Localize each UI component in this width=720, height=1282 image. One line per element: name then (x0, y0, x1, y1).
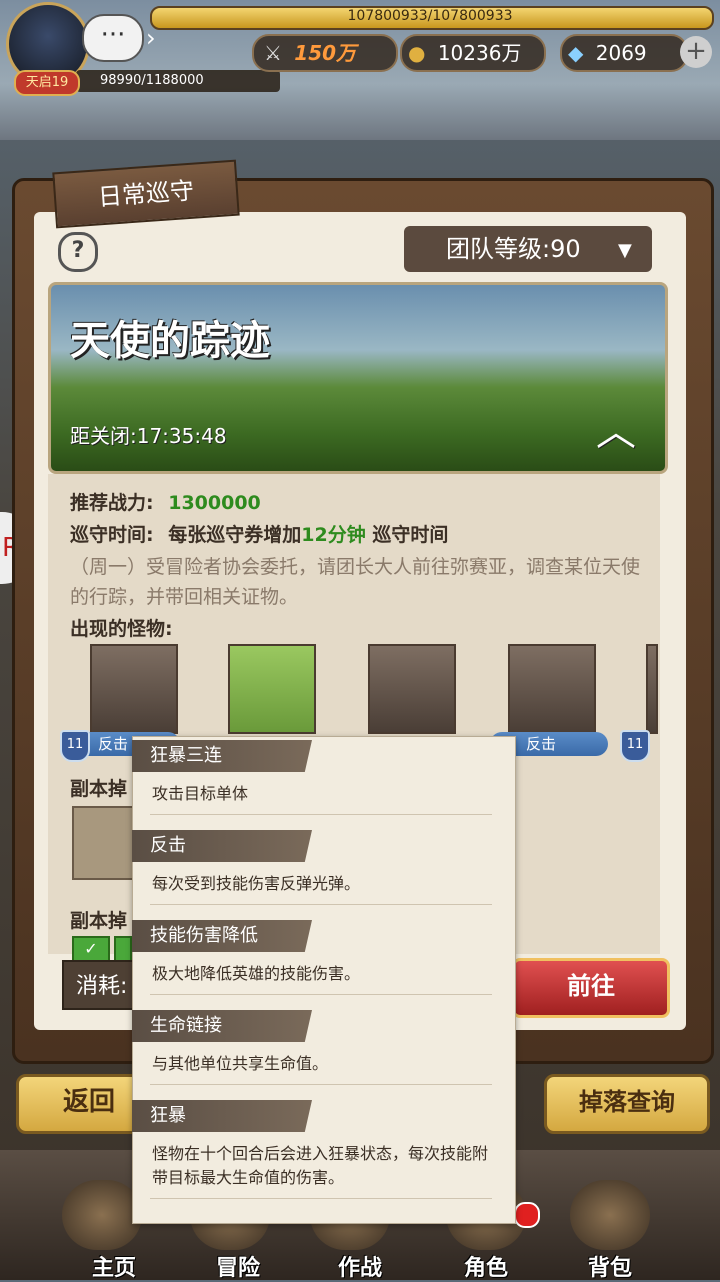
team-level-dropdown[interactable]: 团队等级:90 (404, 226, 652, 272)
skill-desc: 每次受到技能伤害反弹光弹。 (152, 874, 361, 893)
chat-icon[interactable]: ··· (82, 14, 144, 62)
rec-power-value: 1300000 (168, 492, 261, 514)
divider (150, 994, 492, 995)
drops-label-2: 副本掉 (70, 910, 128, 932)
exp-text: 98990/1188000 (76, 70, 280, 92)
skill-desc: 怪物在十个回合后会进入狂暴状态，每次技能附带目标最大生命值的伤害。 (152, 1144, 489, 1187)
swords-icon: ⚔ (264, 41, 282, 65)
time-prefix: 每张巡守券增加 (168, 524, 302, 546)
countdown: 距关闭:17:35:48 (70, 424, 227, 448)
monster-portrait[interactable] (228, 644, 316, 734)
divider (150, 1084, 492, 1085)
check-icon (114, 936, 132, 962)
skill-name: 狂暴三连 (132, 740, 312, 772)
time-label: 巡守时间: (70, 524, 154, 546)
dropdown-arrow-icon: ▼ (618, 240, 632, 261)
help-button[interactable]: ? (58, 232, 98, 272)
nav-character[interactable]: 角色 (436, 1250, 536, 1282)
rec-power: 推荐战力: 1300000 (70, 488, 261, 515)
coin-icon: ● (408, 41, 426, 65)
monster-portrait[interactable] (508, 644, 596, 734)
divider (150, 1198, 492, 1199)
skill-name: 狂暴 (132, 1100, 312, 1132)
monster-level: 11 (60, 730, 90, 762)
gem-value: 2069 (595, 41, 647, 65)
monster-level: 11 (620, 730, 650, 762)
skill-name: 生命链接 (132, 1010, 312, 1042)
skill-desc: 攻击目标单体 (152, 784, 249, 803)
notification-dot (514, 1202, 540, 1228)
check-icon: ✓ (72, 936, 110, 962)
nav-backpack[interactable]: 背包 (560, 1250, 660, 1282)
power-pill: ⚔ 150万 (252, 34, 398, 72)
divider (150, 904, 492, 905)
skill-name: 技能伤害降低 (132, 920, 312, 952)
chevron-right-icon[interactable]: › (146, 26, 170, 50)
skill-desc: 极大地降低英雄的技能伤害。 (152, 964, 361, 983)
collapse-icon[interactable]: ︿ (596, 412, 636, 452)
power-value: 150万 (294, 41, 357, 65)
nav-adventure[interactable]: 冒险 (188, 1250, 288, 1282)
skill-desc: 与其他单位共享生命值。 (152, 1054, 329, 1073)
rec-power-label: 推荐战力: (70, 492, 154, 514)
drop-query-button[interactable]: 掉落查询 (544, 1074, 710, 1134)
gold-pill: ● 10236万 (400, 34, 546, 72)
monster-portrait[interactable] (90, 644, 178, 734)
home-icon[interactable] (62, 1180, 142, 1250)
nav-home[interactable]: 主页 (64, 1250, 164, 1282)
time-value: 12分钟 (301, 524, 366, 546)
backpack-icon[interactable] (570, 1180, 650, 1250)
banner-title: 天使的踪迹 (70, 318, 270, 364)
skill-name: 反击 (132, 830, 312, 862)
go-button[interactable]: 前往 (512, 958, 670, 1018)
patrol-time: 巡守时间: 每张巡守券增加12分钟 巡守时间 (70, 520, 448, 547)
monsters-label: 出现的怪物: (70, 618, 173, 640)
hp-text: 107800933/107800933 (347, 8, 513, 24)
monster-portrait[interactable] (368, 644, 456, 734)
time-suffix: 巡守时间 (372, 524, 449, 546)
gem-pill: ◆ 2069 (560, 34, 688, 72)
level-badge: 天启19 (14, 70, 80, 96)
gem-icon: ◆ (568, 41, 584, 65)
divider (150, 814, 492, 815)
stage-description: （周一）受冒险者协会委托，请团长大人前往弥赛亚，调查某位天使的行踪，并带回相关证… (70, 556, 641, 608)
gold-value: 10236万 (437, 41, 522, 65)
nav-battle[interactable]: 作战 (310, 1250, 410, 1282)
drops-label: 副本掉 (70, 778, 128, 800)
monster-portrait[interactable] (646, 644, 658, 734)
drop-item[interactable] (72, 806, 136, 880)
add-gems-button[interactable]: + (680, 36, 712, 68)
